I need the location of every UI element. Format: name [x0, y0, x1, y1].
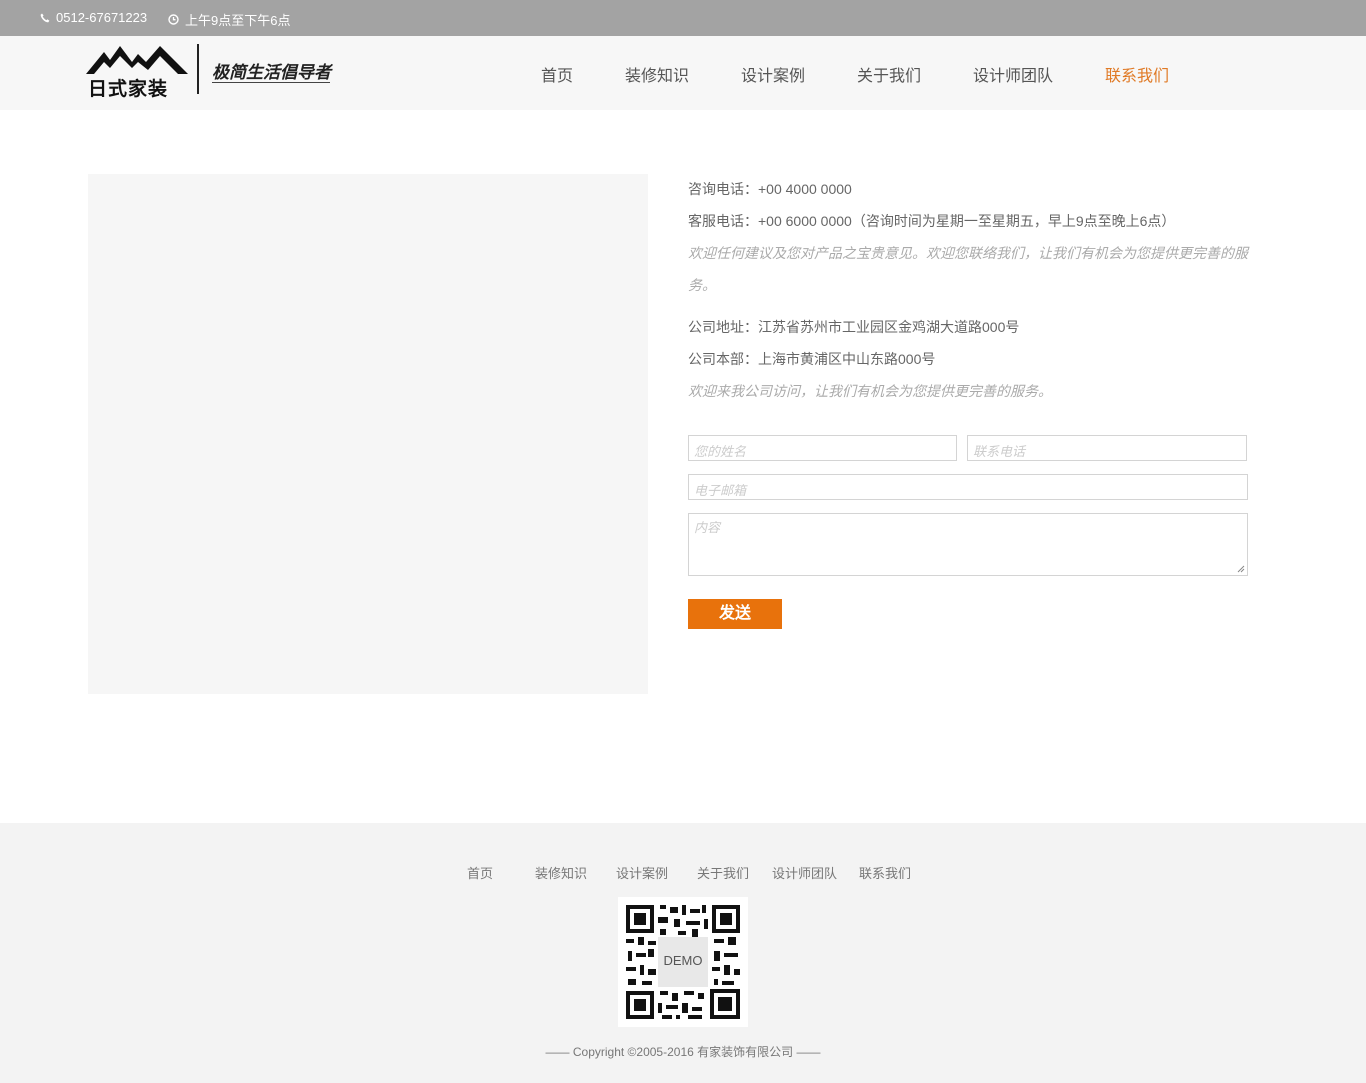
- copyright-text: —— Copyright ©2005-2016 有家装饰有限公司 ——: [545, 1045, 821, 1059]
- footer-nav-designers[interactable]: 设计师团队: [772, 863, 837, 882]
- company-hq: 公司本部：上海市黄浦区中山东路000号: [688, 351, 936, 367]
- send-button[interactable]: 发送: [688, 599, 782, 629]
- consult-phone: 咨询电话：+00 4000 0000: [688, 181, 852, 197]
- phone-input[interactable]: 联系电话: [967, 435, 1247, 461]
- site-header: 日式家装 极简生活倡导者 首页 装修知识 设计案例 关于我们 设计师团队 联系我…: [0, 36, 1366, 110]
- service-phone: 客服电话：+00 6000 0000（咨询时间为星期一至星期五，早上9点至晚上6…: [688, 213, 1176, 229]
- map-panel[interactable]: [88, 174, 648, 694]
- clock-icon: [168, 14, 179, 25]
- email-input[interactable]: 电子邮箱: [688, 474, 1248, 500]
- footer-nav-home[interactable]: 首页: [467, 863, 493, 882]
- logo-divider: [197, 44, 199, 94]
- footer-nav-knowledge[interactable]: 装修知识: [535, 863, 587, 882]
- footer-nav-cases[interactable]: 设计案例: [616, 863, 668, 882]
- footer-nav-contact[interactable]: 联系我们: [859, 863, 911, 882]
- footer-nav-about[interactable]: 关于我们: [697, 863, 749, 882]
- roof-logo-icon: [86, 46, 188, 74]
- nav-about[interactable]: 关于我们: [857, 62, 921, 86]
- top-bar: 0512-67671223 上午9点至下午6点: [0, 0, 1366, 36]
- logo-slogan: 极简生活倡导者: [212, 63, 331, 83]
- resize-grip-icon[interactable]: [1237, 565, 1245, 573]
- site-logo[interactable]: 日式家装 极简生活倡导者: [86, 44, 336, 100]
- name-input[interactable]: 您的姓名: [688, 435, 957, 461]
- phone-icon: [40, 13, 50, 22]
- contact-info: 咨询电话：+00 4000 0000 客服电话：+00 6000 0000（咨询…: [688, 173, 1258, 407]
- nav-knowledge[interactable]: 装修知识: [625, 62, 689, 86]
- qr-code: DEMO: [618, 897, 748, 1027]
- top-phone: 0512-67671223: [40, 10, 147, 25]
- nav-cases[interactable]: 设计案例: [741, 62, 805, 86]
- nav-contact[interactable]: 联系我们: [1105, 62, 1169, 86]
- content-placeholder: 内容: [694, 520, 721, 535]
- nav-home[interactable]: 首页: [541, 62, 573, 86]
- qr-label: DEMO: [663, 953, 703, 968]
- logo-slogan-underline: [212, 82, 330, 83]
- top-hours: 上午9点至下午6点: [168, 10, 290, 29]
- site-footer: 首页 装修知识 设计案例 关于我们 设计师团队 联系我们 DEMO —— Cop…: [0, 823, 1366, 1083]
- phone-number: 0512-67671223: [56, 10, 148, 25]
- business-hours: 上午9点至下午6点: [185, 13, 291, 28]
- nav-designers[interactable]: 设计师团队: [973, 62, 1053, 86]
- content-textarea[interactable]: 内容: [688, 513, 1248, 576]
- visit-note: 欢迎来我公司访问，让我们有机会为您提供更完善的服务。: [688, 383, 1052, 399]
- logo-brand: 日式家装: [88, 79, 169, 100]
- company-address: 公司地址：江苏省苏州市工业园区金鸡湖大道路000号: [688, 319, 1020, 335]
- feedback-note: 欢迎任何建议及您对产品之宝贵意见。欢迎您联络我们，让我们有机会为您提供更完善的服…: [688, 245, 1248, 293]
